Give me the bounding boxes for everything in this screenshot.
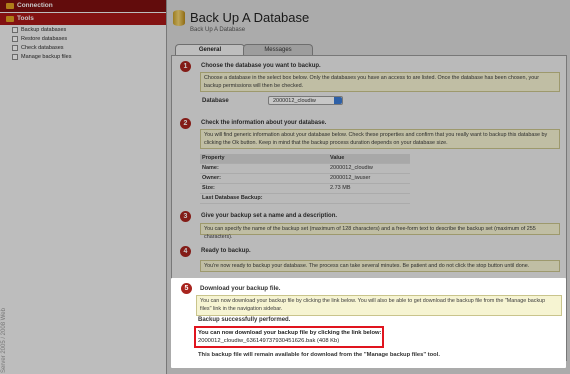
page-icon xyxy=(12,44,18,51)
folder-icon xyxy=(6,3,14,9)
step-title: Check the information about your databas… xyxy=(201,120,327,126)
page-title: Back Up A Database xyxy=(190,10,310,25)
sidebar: Connection Tools Backup databases Restor… xyxy=(0,0,167,374)
sidebar-item-backup-databases[interactable]: Backup databases xyxy=(12,26,66,35)
table-row: Size: 2.73 MB xyxy=(200,184,410,194)
sidebar-connection-header[interactable]: Connection xyxy=(0,0,166,12)
database-icon xyxy=(173,10,185,26)
download-step-panel: 5 Download your backup file. You can now… xyxy=(171,278,566,368)
download-link[interactable]: 2000012_cloudiw_63614973793045162​6.bak … xyxy=(198,338,339,344)
table-row: Owner: 2000012_iwuser xyxy=(200,174,410,184)
step-title: Give your backup set a name and a descri… xyxy=(201,213,338,219)
folder-icon xyxy=(6,16,14,22)
step-title: Download your backup file. xyxy=(200,285,281,292)
info-box: You're now ready to backup your database… xyxy=(200,260,560,272)
sidebar-vertical-text: Server 2005 / 2008 Web xyxy=(1,308,7,373)
info-box: You can specify the name of the backup s… xyxy=(200,223,560,240)
availability-note: This backup file will remain available f… xyxy=(198,352,440,358)
info-box: You will find generic information about … xyxy=(200,129,560,149)
page-icon xyxy=(12,26,18,33)
connection-label: Connection xyxy=(17,2,53,9)
breadcrumb: Back Up A Database xyxy=(190,27,246,33)
table-row: Name: 2000012_cloudiw xyxy=(200,164,410,174)
sidebar-item-check-databases[interactable]: Check databases xyxy=(12,44,64,53)
table-row: Last Database Backup: xyxy=(200,194,410,204)
step-number: 1 xyxy=(180,61,191,72)
chevron-down-icon xyxy=(334,97,342,104)
step-number: 5 xyxy=(181,283,192,294)
page-icon xyxy=(12,53,18,60)
database-select[interactable]: 2000012_cloudiw xyxy=(268,96,343,105)
table-header: Property Value xyxy=(200,154,410,164)
properties-table: Property Value Name: 2000012_cloudiw Own… xyxy=(200,154,410,204)
step-title: Choose the database you want to backup. xyxy=(201,63,321,69)
step-number: 3 xyxy=(180,211,191,222)
info-box: Choose a database in the select box belo… xyxy=(200,72,560,92)
database-label: Database xyxy=(202,98,229,104)
sidebar-item-manage-backup-files[interactable]: Manage backup files xyxy=(12,53,71,62)
sidebar-item-restore-databases[interactable]: Restore databases xyxy=(12,35,67,44)
sidebar-tools-header[interactable]: Tools xyxy=(0,13,166,25)
success-message: Backup successfully performed. xyxy=(198,317,291,323)
step-number: 4 xyxy=(180,246,191,257)
download-label: You can now download your backup file by… xyxy=(198,330,382,336)
info-box: You can now download your backup file by… xyxy=(196,295,562,316)
page-icon xyxy=(12,35,18,42)
step-number: 2 xyxy=(180,118,191,129)
tools-label: Tools xyxy=(17,15,34,22)
step-title: Ready to backup. xyxy=(201,248,251,254)
